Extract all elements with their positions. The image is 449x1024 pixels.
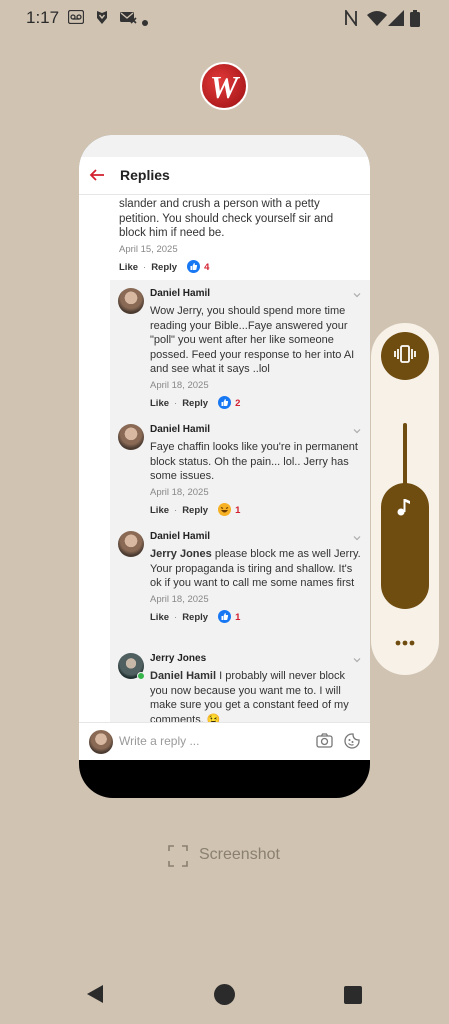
- separator-dot: ·: [143, 262, 147, 274]
- reply-text: Wow Jerry, you should spend more time re…: [150, 305, 355, 376]
- missed-call-icon: [120, 10, 138, 29]
- navigation-bar: [0, 968, 449, 1024]
- like-button[interactable]: Like: [150, 398, 169, 409]
- mention-link[interactable]: Daniel Hamil: [150, 670, 216, 682]
- app-status-strip: [79, 135, 370, 157]
- thumbs-up-icon: [218, 609, 232, 626]
- author-name[interactable]: Jerry Jones: [150, 653, 362, 664]
- reply-body: Daniel Hamil Jerry Jones please block me…: [150, 531, 362, 625]
- reply-body: Daniel Hamil Wow Jerry, you should spend…: [150, 288, 362, 411]
- home-icon[interactable]: [214, 984, 235, 1005]
- reaction-count: 1: [235, 612, 241, 624]
- app-screen: Replies slander and crush a person with …: [79, 135, 370, 760]
- reply-input[interactable]: Write a reply ...: [119, 734, 199, 748]
- voicemail-icon: [67, 9, 85, 29]
- comment-actions: Like · Reply 4: [119, 259, 358, 276]
- reply-text: Jerry Jones please block me as well Jerr…: [150, 547, 362, 591]
- battery-icon: [410, 10, 420, 32]
- reply-button[interactable]: Reply: [182, 505, 208, 516]
- screenshot-icon[interactable]: [168, 845, 188, 872]
- reaction-count: 2: [235, 398, 241, 410]
- separator-dot: ·: [174, 505, 178, 517]
- back-arrow-icon[interactable]: [88, 166, 106, 184]
- camera-icon[interactable]: [316, 733, 333, 753]
- page-title: Replies: [120, 167, 170, 183]
- thumbs-up-icon: [218, 395, 232, 412]
- mention-link[interactable]: Jerry Jones: [150, 548, 212, 560]
- wifi-icon: [367, 10, 387, 31]
- thumbs-up-icon: [187, 259, 201, 276]
- music-note-icon: [396, 497, 412, 522]
- avatar: [89, 730, 113, 754]
- status-time: 1:17: [26, 8, 60, 27]
- reply-text: Daniel Hamil I probably will never block…: [150, 669, 362, 722]
- separator-dot: ·: [174, 398, 178, 410]
- reply-date: April 18, 2025: [150, 379, 209, 391]
- reaction-summary[interactable]: 4: [187, 259, 210, 276]
- author-name[interactable]: Daniel Hamil: [150, 424, 362, 435]
- reply-actions: Like · Reply 1: [150, 609, 362, 626]
- nfc-icon: [344, 8, 358, 31]
- comment-text: slander and crush a person with a petty …: [119, 198, 334, 240]
- haha-emoji-icon: [218, 502, 232, 519]
- reply-button[interactable]: Reply: [182, 398, 208, 409]
- reaction-summary[interactable]: 1: [218, 609, 241, 626]
- app-logo-icon[interactable]: W: [200, 62, 248, 110]
- volume-panel: [371, 323, 439, 675]
- comment-date: April 15, 2025: [119, 243, 178, 255]
- vibrate-toggle-button[interactable]: [381, 332, 429, 380]
- back-icon[interactable]: [86, 984, 104, 1009]
- vibrate-icon: [394, 344, 416, 368]
- more-options-icon[interactable]: [393, 635, 417, 646]
- reply-button[interactable]: Reply: [151, 262, 177, 273]
- reply-date: April 18, 2025: [150, 486, 209, 498]
- sticker-icon[interactable]: [344, 733, 360, 754]
- like-button[interactable]: Like: [119, 262, 138, 273]
- reply-button[interactable]: Reply: [182, 612, 208, 623]
- reaction-count: 1: [235, 505, 241, 517]
- replies-header: Replies: [79, 157, 370, 195]
- reaction-count: 4: [204, 262, 210, 274]
- avatar[interactable]: [118, 424, 144, 450]
- parent-comment: slander and crush a person with a petty …: [79, 195, 370, 275]
- reply-composer: Write a reply ...: [79, 722, 370, 760]
- like-button[interactable]: Like: [150, 612, 169, 623]
- author-name[interactable]: Daniel Hamil: [150, 531, 362, 542]
- reply-text: Faye chaffin looks like you're in perman…: [150, 441, 358, 483]
- signal-icon: [388, 10, 404, 31]
- chevron-down-icon[interactable]: [352, 652, 362, 663]
- avatar[interactable]: [118, 288, 144, 314]
- chevron-down-icon[interactable]: [352, 423, 362, 434]
- comments-list[interactable]: slander and crush a person with a petty …: [79, 195, 370, 722]
- shield-icon: [95, 10, 109, 29]
- reaction-summary[interactable]: 1: [218, 502, 241, 519]
- reply-body: Daniel Hamil Faye chaffin looks like you…: [150, 424, 362, 518]
- status-bar: 1:17: [0, 0, 449, 34]
- reaction-summary[interactable]: 2: [218, 395, 241, 412]
- author-name[interactable]: Daniel Hamil: [150, 288, 362, 299]
- reply-actions: Like · Reply 2: [150, 395, 362, 412]
- separator-dot: ·: [174, 612, 178, 624]
- reply-date: April 18, 2025: [150, 593, 209, 605]
- online-status-dot: [137, 672, 145, 680]
- app-preview-card[interactable]: Replies slander and crush a person with …: [79, 135, 370, 798]
- replies-thread: Daniel Hamil Wow Jerry, you should spend…: [110, 280, 370, 722]
- chevron-down-icon[interactable]: [352, 530, 362, 541]
- media-volume-slider[interactable]: [381, 483, 429, 609]
- reply-actions: Like · Reply 1: [150, 502, 362, 519]
- dot-icon: [142, 13, 148, 31]
- screenshot-button[interactable]: Screenshot: [199, 846, 280, 864]
- avatar[interactable]: [118, 531, 144, 557]
- reply-body: Jerry Jones Daniel Hamil I probably will…: [150, 653, 362, 722]
- like-button[interactable]: Like: [150, 505, 169, 516]
- recents-icon[interactable]: [344, 986, 362, 1004]
- chevron-down-icon[interactable]: [352, 287, 362, 298]
